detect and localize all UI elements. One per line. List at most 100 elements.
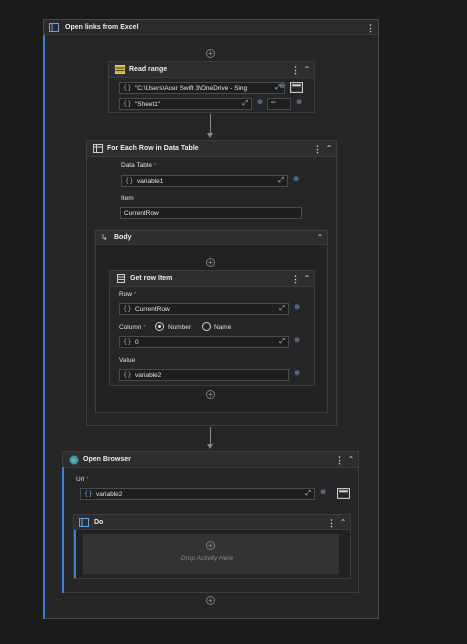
- column-plus-icon[interactable]: ⊕: [292, 337, 302, 347]
- body-container: ↳ Body ⌃ + Get row Item ⋮ ⌃ Row * {} Cur…: [95, 230, 328, 413]
- flow-connector: [210, 427, 211, 445]
- for-each-row-icon: [93, 144, 103, 153]
- add-activity-icon[interactable]: +: [206, 258, 215, 267]
- sequence-icon: [49, 23, 59, 32]
- row-label: Row *: [119, 291, 137, 298]
- item-label: Item: [121, 195, 134, 202]
- row-plus-icon[interactable]: ⊕: [292, 304, 302, 314]
- expression-icon: {}: [84, 490, 93, 498]
- open-browser-accent-bar: [62, 467, 64, 593]
- collapse-icon[interactable]: ⌃: [302, 64, 312, 76]
- workbook-path-field[interactable]: {} "C:\Users\Acer Swift 3\OneDrive - Sin…: [119, 82, 285, 94]
- add-activity-icon[interactable]: +: [206, 49, 215, 58]
- collapse-icon[interactable]: ⌃: [315, 232, 325, 244]
- expression-icon: {}: [125, 177, 134, 185]
- add-activity-icon[interactable]: +: [206, 541, 215, 550]
- url-plus-icon[interactable]: ⊕: [318, 489, 328, 499]
- open-browser-more-icon[interactable]: ⋮: [335, 454, 344, 466]
- name-radio[interactable]: [202, 322, 211, 331]
- data-table-label: Data Table *: [121, 162, 157, 169]
- get-row-header: Get row Item ⋮ ⌃: [110, 271, 314, 287]
- do-title: Do: [94, 519, 104, 526]
- column-field[interactable]: {} 0 ⤢: [119, 336, 289, 348]
- add-activity-icon[interactable]: +: [206, 390, 215, 399]
- drop-activity-hint: Drop Activity Here: [181, 555, 234, 562]
- flow-connector: [210, 114, 211, 134]
- collapse-icon[interactable]: ⌃: [324, 143, 334, 155]
- main-sequence-header[interactable]: Open links from Excel ⋮: [44, 20, 378, 35]
- url-value: variable2: [96, 491, 123, 498]
- main-accent-bar: [43, 35, 45, 619]
- do-header: Do ⋮ ⌃: [74, 515, 350, 530]
- read-range-more-icon[interactable]: ⋮: [291, 64, 300, 76]
- expand-icon[interactable]: ⤢: [305, 490, 311, 498]
- do-accent-bar: [74, 530, 76, 578]
- column-value: 0: [135, 339, 139, 346]
- open-browser-header: Open Browser ⋮ ⌃: [63, 452, 358, 468]
- sheet-plus-icon[interactable]: ⊕: [255, 99, 265, 109]
- get-row-item-icon: [117, 274, 125, 283]
- item-field[interactable]: CurrentRow: [120, 207, 302, 219]
- flow-arrow-icon: [207, 444, 213, 449]
- path-plus-icon[interactable]: ⊕: [277, 83, 287, 93]
- url-label: Url *: [76, 476, 89, 483]
- expression-icon: {}: [123, 305, 132, 313]
- flow-arrow-icon: [207, 133, 213, 138]
- for-each-title: For Each Row in Data Table: [107, 145, 199, 152]
- expression-icon: {}: [123, 100, 132, 108]
- for-each-header: For Each Row in Data Table ⋮ ⌃: [87, 141, 336, 157]
- number-radio[interactable]: [155, 322, 164, 331]
- get-row-more-icon[interactable]: ⋮: [291, 273, 300, 285]
- body-branch-icon: ↳: [101, 233, 108, 242]
- range-field[interactable]: "": [267, 98, 291, 110]
- row-field[interactable]: {} CurrentRow ⤢: [119, 303, 289, 315]
- expression-icon: {}: [123, 84, 132, 92]
- get-row-item-activity[interactable]: Get row Item ⋮ ⌃ Row * {} CurrentRow ⤢ ⊕…: [109, 270, 315, 386]
- main-more-options-icon[interactable]: ⋮: [366, 22, 375, 34]
- browser-picker-icon[interactable]: [337, 488, 350, 499]
- collapse-icon[interactable]: ⌃: [346, 454, 356, 466]
- expand-icon[interactable]: ⤢: [242, 100, 248, 108]
- value-field[interactable]: {} variable2: [119, 369, 289, 381]
- collapse-icon[interactable]: ⌃: [338, 517, 348, 529]
- for-each-row-activity[interactable]: For Each Row in Data Table ⋮ ⌃ Data Tabl…: [86, 140, 337, 426]
- collapse-icon[interactable]: ⌃: [302, 273, 312, 285]
- expression-icon: {}: [123, 371, 132, 379]
- expression-icon: {}: [123, 338, 132, 346]
- browser-globe-icon: [69, 455, 79, 465]
- radio-dot-icon: [158, 325, 161, 328]
- sheet-name-value: "Sheet1": [135, 101, 161, 108]
- data-table-value: variable1: [137, 178, 164, 185]
- url-field[interactable]: {} variable2 ⤢: [80, 488, 315, 500]
- number-option-label: Number: [168, 324, 192, 331]
- get-row-title: Get row Item: [130, 275, 173, 282]
- add-activity-icon[interactable]: +: [206, 596, 215, 605]
- drop-zone[interactable]: + Drop Activity Here: [83, 534, 339, 574]
- open-browser-activity[interactable]: Open Browser ⋮ ⌃ Url * {} variable2 ⤢ ⊕ …: [62, 451, 359, 593]
- item-value: CurrentRow: [124, 210, 159, 217]
- value-plus-icon[interactable]: ⊕: [292, 370, 302, 380]
- data-table-plus-icon[interactable]: ⊕: [291, 176, 301, 186]
- range-plus-icon[interactable]: ⊕: [294, 99, 304, 109]
- expand-icon[interactable]: ⤢: [279, 305, 285, 313]
- browse-folder-icon[interactable]: [290, 82, 303, 93]
- name-option-label: Name: [214, 324, 232, 331]
- do-more-icon[interactable]: ⋮: [327, 517, 336, 529]
- value-value: variable2: [135, 372, 162, 379]
- sheet-name-field[interactable]: {} "Sheet1" ⤢: [119, 98, 252, 110]
- data-table-field[interactable]: {} variable1 ⤢: [121, 175, 288, 187]
- read-range-activity[interactable]: Read range ⋮ ⌃ {} "C:\Users\Acer Swift 3…: [108, 61, 315, 113]
- workbook-path-value: "C:\Users\Acer Swift 3\OneDrive - Sing: [135, 85, 248, 92]
- read-range-title: Read range: [129, 66, 168, 73]
- body-header[interactable]: ↳ Body ⌃: [96, 231, 327, 245]
- expand-icon[interactable]: ⤢: [279, 338, 285, 346]
- expand-icon[interactable]: ⤢: [278, 177, 284, 185]
- read-range-header: Read range ⋮ ⌃: [109, 62, 314, 78]
- do-container: Do ⋮ ⌃ + Drop Activity Here: [73, 514, 351, 579]
- open-browser-title: Open Browser: [83, 456, 131, 463]
- row-value: CurrentRow: [135, 306, 170, 313]
- for-each-more-icon[interactable]: ⋮: [313, 143, 322, 155]
- body-title: Body: [114, 234, 132, 241]
- column-label: Column *: [119, 324, 146, 331]
- range-value: "": [271, 101, 276, 108]
